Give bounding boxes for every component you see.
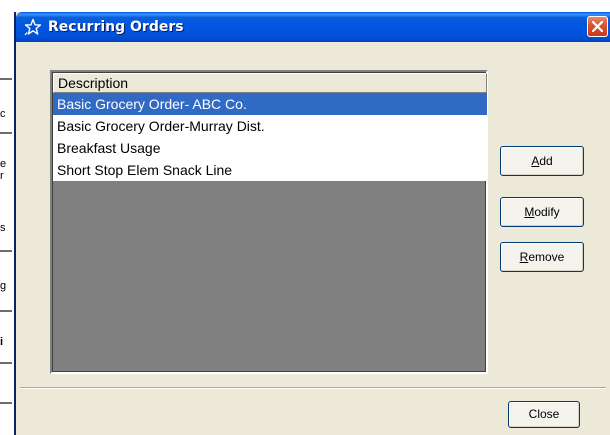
bg-text-fragment: r <box>0 170 4 182</box>
title-bar[interactable]: Recurring Orders <box>16 12 610 42</box>
bg-divider <box>0 78 12 80</box>
bg-divider <box>0 250 12 252</box>
star-icon <box>24 18 42 36</box>
column-header-description[interactable]: Description <box>53 73 487 93</box>
dialog-title: Recurring Orders <box>48 19 184 35</box>
remove-mnemonic: R <box>519 250 529 264</box>
bg-divider <box>0 132 12 134</box>
background-app-strip: c e r s g i <box>0 0 14 435</box>
bg-text-fragment: s <box>0 222 6 234</box>
close-icon <box>592 21 603 32</box>
bg-text-fragment: g <box>0 280 7 292</box>
window-close-button[interactable] <box>587 16 608 37</box>
remove-button[interactable]: Remove <box>500 242 584 272</box>
modify-label: odify <box>534 205 560 219</box>
modify-button[interactable]: Modify <box>500 197 584 227</box>
bg-divider <box>0 362 12 364</box>
list-item[interactable]: Short Stop Elem Snack Line <box>53 159 487 181</box>
bg-text-fragment: e <box>0 158 7 170</box>
list-item[interactable]: Basic Grocery Order- ABC Co. <box>53 93 487 115</box>
list-item[interactable]: Breakfast Usage <box>53 137 487 159</box>
modify-mnemonic: M <box>524 205 535 219</box>
remove-label: emove <box>528 250 565 264</box>
footer-divider <box>20 387 606 389</box>
add-label: dd <box>539 154 553 168</box>
close-button[interactable]: Close <box>508 401 580 428</box>
list-rows: Basic Grocery Order- ABC Co. Basic Groce… <box>53 93 487 181</box>
add-button[interactable]: Add <box>500 146 584 176</box>
recurring-orders-dialog: Recurring Orders Description Basic Groce… <box>14 12 610 435</box>
recurring-orders-list[interactable]: Description Basic Grocery Order- ABC Co.… <box>50 70 488 374</box>
bg-text-fragment: i <box>0 336 4 348</box>
list-item[interactable]: Basic Grocery Order-Murray Dist. <box>53 115 487 137</box>
bg-divider <box>0 310 12 312</box>
bg-divider <box>0 402 12 404</box>
bg-text-fragment: c <box>0 108 6 120</box>
